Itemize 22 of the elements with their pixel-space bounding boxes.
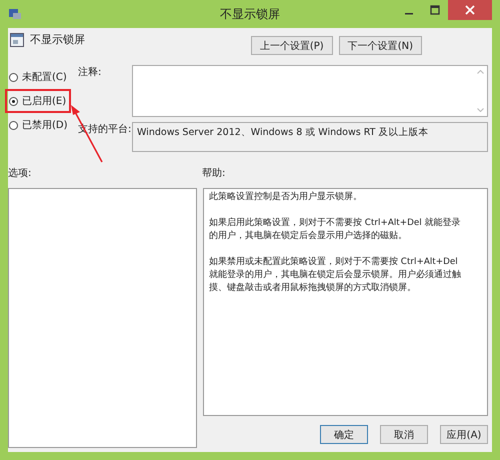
help-text: 此策略设置控制是否为用户显示锁屏。	[209, 191, 363, 204]
help-text: 如果禁用或未配置此策略设置，则对于不需要按 Ctrl+Alt+Del 就能登录的用户，其电脑在锁定后会显示锁屏。用户必须通过触摸、键盘敲击或者用鼠标拖拽锁屏的方式取消锁屏。	[209, 256, 462, 295]
help-label: 帮助:	[202, 166, 226, 181]
dialog-button[interactable]: 确定	[320, 425, 368, 444]
nav-button[interactable]: 上一个设置(P)	[250, 36, 333, 55]
platform-field: Windows Server 2012、Windows 8 或 Windows RT 及以上版本	[132, 122, 488, 152]
nav-button[interactable]: 下一个设置(N)	[338, 36, 422, 55]
minimize-icon	[405, 13, 413, 15]
radio-option[interactable]: 未配置(C)	[5, 65, 71, 89]
window-title: 不显示锁屏	[220, 6, 280, 22]
close-button[interactable]	[448, 0, 492, 20]
options-label: 选项:	[8, 166, 32, 181]
close-icon	[465, 5, 475, 15]
radio-option[interactable]: 已启用(E)	[5, 89, 71, 113]
comment-label: 注释:	[77, 66, 102, 80]
app-icon	[8, 8, 22, 20]
policy-name: 不显示锁屏	[30, 32, 85, 47]
dialog-button[interactable]: 应用(A)	[440, 425, 488, 444]
dialog-button[interactable]: 取消	[380, 425, 428, 444]
help-text: 如果启用此策略设置，则对于不需要按 Ctrl+Alt+Del 就能登录的用户，其电脑在锁定后会显示用户选择的磁贴。	[209, 217, 462, 243]
radio-option[interactable]: 已禁用(D)	[5, 113, 71, 137]
maximize-icon	[430, 5, 440, 15]
